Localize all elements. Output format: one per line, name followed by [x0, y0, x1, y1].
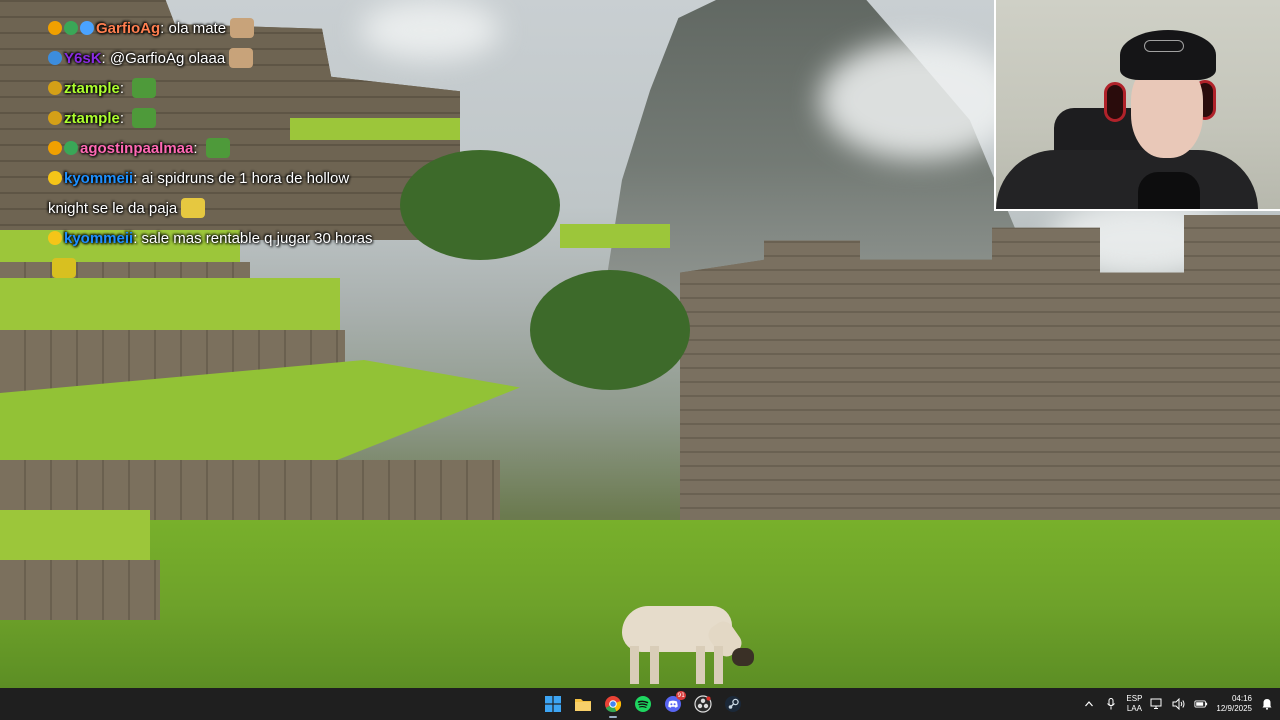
- obs-icon: [694, 695, 712, 713]
- chat-username[interactable]: Y6sK: [64, 50, 102, 67]
- microphone-icon: [1107, 698, 1116, 710]
- chat-badge-icon: [48, 21, 62, 35]
- keyboard-layout: LAA: [1126, 704, 1142, 713]
- volume-tray-button[interactable]: [1172, 697, 1186, 711]
- windows-start-icon: [545, 696, 561, 712]
- chat-badge-icon: [80, 21, 94, 35]
- show-hidden-icons-button[interactable]: [1082, 697, 1096, 711]
- battery-tray-button[interactable]: [1194, 697, 1208, 711]
- chat-emote-icon: [205, 138, 230, 158]
- wallpaper-bush: [530, 270, 690, 390]
- chat-username[interactable]: ztample: [64, 80, 120, 97]
- taskbar: 91 ESP LAA 04:16 12/9/2025: [0, 688, 1280, 720]
- chat-emote-icon: [132, 108, 157, 128]
- discord-notification-badge: 91: [676, 691, 686, 700]
- microphone-tray-button[interactable]: [1104, 697, 1118, 711]
- chat-badge-icon: [48, 141, 62, 155]
- chat-message: kyommeii: ai spidruns de 1 hora de hollo…: [48, 170, 350, 218]
- chat-emote-icon: [230, 18, 255, 38]
- chat-badge-icon: [48, 51, 62, 65]
- spotify-icon: [635, 696, 651, 712]
- chat-emote-icon: [229, 48, 254, 68]
- speaker-icon: [1172, 698, 1185, 710]
- webcam-person-beanie: [1120, 30, 1216, 80]
- chat-username[interactable]: kyommeii: [64, 170, 133, 187]
- battery-charging-icon: [1194, 700, 1208, 708]
- chat-username[interactable]: kyommeii: [64, 230, 133, 247]
- chat-message: GarfioAg: ola mate: [48, 14, 388, 44]
- wallpaper-terrace-wall: [0, 560, 160, 620]
- chat-emote-icon: [52, 258, 76, 278]
- chat-message: Y6sK: @GarfioAg olaaa: [48, 44, 388, 74]
- chat-message: ztample:: [48, 104, 388, 134]
- obs-button[interactable]: [690, 690, 716, 718]
- chat-message-text: ola mate: [168, 20, 227, 37]
- system-tray: ESP LAA 04:16 12/9/2025: [1082, 688, 1274, 720]
- chrome-icon: [605, 696, 622, 713]
- network-monitor-icon: [1150, 698, 1162, 709]
- chat-username[interactable]: GarfioAg: [96, 20, 160, 37]
- wallpaper-cloud: [820, 40, 1020, 160]
- chat-badge-icon: [48, 231, 62, 245]
- webcam-person-body: [996, 150, 1258, 209]
- chat-message: ztample:: [48, 74, 388, 104]
- chevron-up-icon: [1085, 701, 1094, 707]
- wallpaper-terrace: [560, 224, 670, 248]
- network-tray-button[interactable]: [1150, 697, 1164, 711]
- steam-button[interactable]: [720, 690, 746, 718]
- chat-message: agostinpaalmaa:: [48, 134, 388, 164]
- notifications-button[interactable]: [1260, 697, 1274, 711]
- chrome-button[interactable]: [600, 690, 626, 718]
- wallpaper-terrace: [0, 278, 340, 338]
- file-explorer-button[interactable]: [570, 690, 596, 718]
- clock-date: 12/9/2025: [1216, 704, 1252, 713]
- discord-button[interactable]: 91: [660, 690, 686, 718]
- chat-emote-icon: [132, 78, 157, 98]
- chat-username[interactable]: agostinpaalmaa: [80, 140, 193, 157]
- chat-message-text: sale mas rentable q jugar 30 horas: [141, 230, 373, 247]
- spotify-button[interactable]: [630, 690, 656, 718]
- webcam-feed: [994, 0, 1280, 211]
- chat-username[interactable]: ztample: [64, 110, 120, 127]
- stream-chat-overlay: GarfioAg: ola mate Y6sK: @GarfioAg olaaa z…: [48, 14, 388, 284]
- bell-icon: [1262, 699, 1272, 710]
- wallpaper-ruins-right: [680, 215, 1280, 535]
- wallpaper-bush: [400, 150, 560, 260]
- taskbar-apps: 91: [540, 688, 746, 720]
- taskbar-clock[interactable]: 04:16 12/9/2025: [1216, 694, 1252, 714]
- language-code: ESP: [1126, 694, 1143, 703]
- steam-icon: [725, 696, 741, 712]
- chat-badge-icon: [64, 21, 78, 35]
- chat-badge-icon: [48, 111, 62, 125]
- chat-emote-icon: [181, 198, 206, 218]
- chat-message-text: @GarfioAg olaaa: [109, 50, 226, 67]
- chat-badge-icon: [48, 81, 62, 95]
- headphones-icon: [1104, 82, 1126, 122]
- chat-message: kyommeii: sale mas rentable q jugar 30 h…: [48, 224, 388, 284]
- start-button[interactable]: [540, 690, 566, 718]
- chat-badge-icon: [48, 171, 62, 185]
- input-language-indicator[interactable]: ESP LAA: [1126, 694, 1142, 714]
- chat-badge-icon: [64, 141, 78, 155]
- microphone: [1138, 172, 1200, 209]
- wallpaper-llama: [612, 600, 762, 688]
- file-explorer-icon: [575, 699, 591, 711]
- clock-time: 04:16: [1231, 694, 1252, 703]
- beanie-logo: [1144, 40, 1184, 52]
